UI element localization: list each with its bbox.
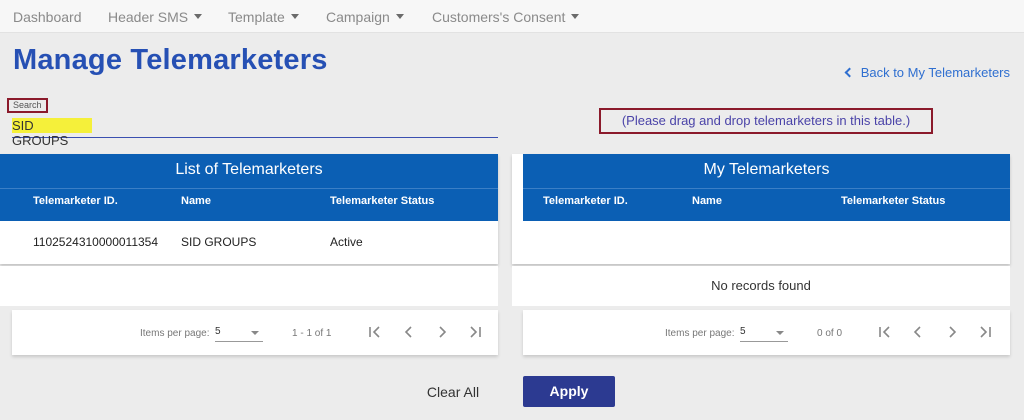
page-title: Manage Telemarketers [13, 44, 328, 76]
previous-page-button[interactable] [400, 323, 418, 341]
my-telemarketers-table[interactable]: My Telemarketers Telemarketer ID. Name T… [512, 154, 1010, 264]
search-input[interactable] [12, 116, 498, 138]
nav-header-sms[interactable]: Header SMS [108, 9, 203, 25]
nav-dashboard-label: Dashboard [13, 9, 82, 25]
page-range-label: 1 - 1 of 1 [292, 328, 332, 339]
chevron-down-icon [194, 14, 203, 19]
table-title: My Telemarketers [703, 161, 830, 178]
page-range-label: 0 of 0 [817, 328, 843, 339]
page-size-value: 5 [740, 326, 746, 337]
left-paginator: Items per page: 5 1 - 1 of 1 [12, 310, 498, 355]
page-size-value: 5 [215, 326, 221, 337]
back-to-my-telemarketers-link[interactable]: Back to My Telemarketers [844, 65, 1010, 80]
nav-campaign-label: Campaign [326, 9, 390, 25]
table-title: List of Telemarketers [175, 161, 323, 178]
chevron-left-icon [404, 326, 412, 338]
right-paginator: Items per page: 5 0 of 0 [523, 310, 1010, 355]
table-header: My Telemarketers Telemarketer ID. Name T… [523, 154, 1010, 221]
chevron-down-icon [776, 331, 784, 335]
chevron-right-icon [439, 326, 447, 338]
chevron-down-icon [251, 331, 259, 335]
first-page-button[interactable] [366, 323, 384, 341]
cell-telemarketer-id: 1102524310000011354 [33, 235, 159, 249]
last-page-button[interactable] [976, 323, 994, 341]
nav-customers-consent-label: Customers's Consent [432, 9, 566, 25]
column-telemarketer-status[interactable]: Telemarketer Status [841, 195, 945, 207]
cell-status: Active [330, 235, 363, 249]
back-link-label: Back to My Telemarketers [860, 65, 1010, 80]
items-per-page-select[interactable]: 5 [215, 326, 263, 342]
items-per-page-label: Items per page: [665, 328, 735, 339]
clear-all-button[interactable]: Clear All [413, 378, 493, 406]
cell-name: SID GROUPS [181, 235, 257, 249]
list-of-telemarketers-table: List of Telemarketers Telemarketer ID. N… [0, 154, 498, 264]
column-telemarketer-id[interactable]: Telemarketer ID. [543, 195, 628, 207]
column-telemarketer-id[interactable]: Telemarketer ID. [33, 195, 118, 207]
column-telemarketer-status[interactable]: Telemarketer Status [330, 195, 434, 207]
previous-page-button[interactable] [909, 323, 927, 341]
drag-drop-hint: (Please drag and drop telemarketers in t… [599, 108, 933, 134]
column-name[interactable]: Name [692, 195, 722, 207]
nav-customers-consent[interactable]: Customers's Consent [432, 9, 580, 25]
left-table-filler [0, 266, 498, 306]
table-row[interactable]: 1102524310000011354 SID GROUPS Active [0, 221, 498, 262]
nav-template[interactable]: Template [228, 9, 299, 25]
column-name[interactable]: Name [181, 195, 211, 207]
first-page-button[interactable] [876, 323, 894, 341]
apply-button[interactable]: Apply [523, 376, 615, 407]
next-page-button[interactable] [433, 323, 451, 341]
chevron-left-icon [913, 326, 921, 338]
last-page-icon [470, 326, 481, 338]
chevron-left-icon [844, 67, 855, 78]
next-page-button[interactable] [943, 323, 961, 341]
nav-template-label: Template [228, 9, 285, 25]
items-per-page-select[interactable]: 5 [740, 326, 788, 342]
items-per-page-label: Items per page: [140, 328, 210, 339]
first-page-icon [879, 326, 890, 338]
first-page-icon [369, 326, 380, 338]
chevron-down-icon [395, 14, 404, 19]
nav-dashboard[interactable]: Dashboard [13, 9, 82, 25]
last-page-icon [980, 326, 991, 338]
table-header: List of Telemarketers Telemarketer ID. N… [0, 154, 498, 221]
no-records-message: No records found [512, 266, 1010, 306]
nav-campaign[interactable]: Campaign [326, 9, 404, 25]
chevron-right-icon [949, 326, 957, 338]
chevron-down-icon [571, 14, 580, 19]
chevron-down-icon [290, 14, 299, 19]
search-label: Search [7, 98, 48, 113]
nav-header-sms-label: Header SMS [108, 9, 189, 25]
top-nav: Dashboard Header SMS Template Campaign C… [0, 0, 1024, 33]
last-page-button[interactable] [466, 323, 484, 341]
